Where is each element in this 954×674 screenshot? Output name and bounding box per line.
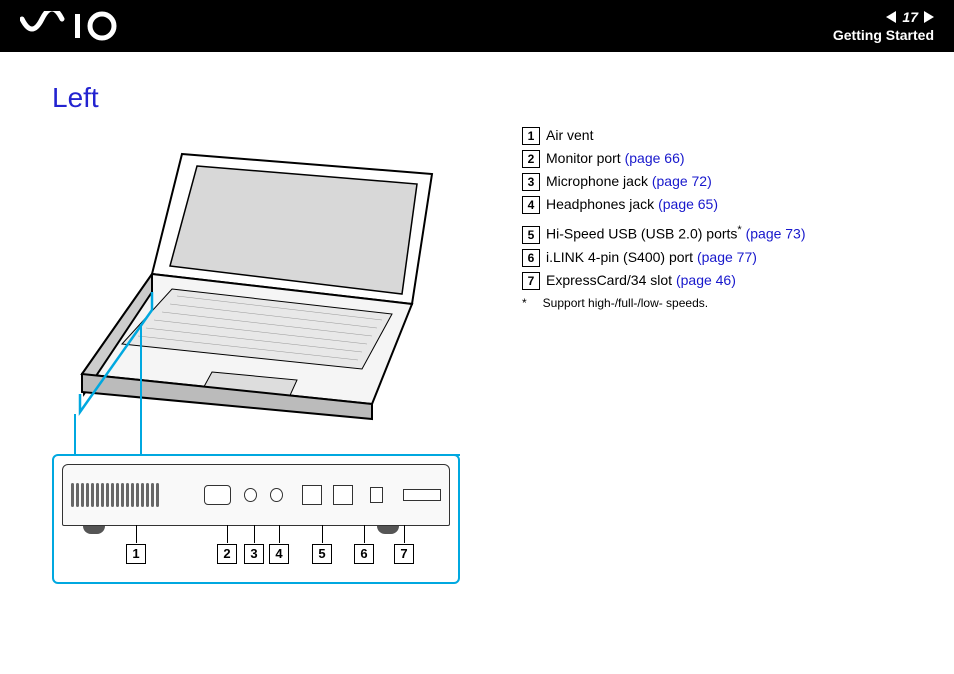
header-right: 17 Getting Started (833, 9, 934, 43)
vaio-logo-svg (20, 11, 130, 41)
list-item: 7 ExpressCard/34 slot (page 46) (522, 272, 806, 290)
monitor-port-icon (204, 485, 231, 505)
item-num: 6 (522, 249, 540, 267)
page-link[interactable]: (page 65) (658, 196, 718, 212)
diagram-num-3: 3 (244, 544, 264, 564)
list-item: 4 Headphones jack (page 65) (522, 196, 806, 214)
laptop-foot (83, 526, 105, 534)
laptop-foot (377, 526, 399, 534)
item-label: i.LINK 4-pin (S400) port (546, 249, 693, 265)
page-link[interactable]: (page 46) (676, 272, 736, 288)
diagram-num-1: 1 (126, 544, 146, 564)
vaio-logo (20, 11, 130, 41)
laptop-illustration (62, 144, 442, 424)
diagram-num-6: 6 (354, 544, 374, 564)
right-column: 1 Air vent 2 Monitor port (page 66) 3 Mi… (522, 82, 806, 614)
list-item: 6 i.LINK 4-pin (S400) port (page 77) (522, 249, 806, 267)
usb-port-icon (333, 485, 353, 505)
item-label: Hi-Speed USB (USB 2.0) ports (546, 226, 737, 242)
page-link[interactable]: (page 66) (625, 150, 685, 166)
side-profile-box: 1 2 3 4 5 6 7 (52, 454, 460, 584)
mic-jack-icon (244, 488, 257, 502)
expresscard-slot-icon (403, 489, 441, 501)
callout-line (74, 414, 76, 454)
air-vent-icon (71, 481, 178, 509)
item-num: 1 (522, 127, 540, 145)
item-label: Microphone jack (546, 173, 648, 189)
asterisk: * (737, 224, 741, 236)
callout-line (140, 324, 142, 454)
headphone-jack-icon (270, 488, 283, 502)
diagram-num-5: 5 (312, 544, 332, 564)
item-num: 5 (522, 226, 540, 244)
item-num: 7 (522, 272, 540, 290)
page-link[interactable]: (page 77) (697, 249, 757, 265)
header-bar: 17 Getting Started (0, 0, 954, 52)
footnote: * Support high-/full-/low- speeds. (522, 296, 806, 310)
page-nav: 17 (833, 9, 934, 25)
page-title: Left (52, 82, 492, 114)
page-link[interactable]: (page 73) (746, 226, 806, 242)
list-item: 1 Air vent (522, 127, 806, 145)
left-column: Left (52, 82, 492, 614)
diagram-num-4: 4 (269, 544, 289, 564)
usb-port-icon (302, 485, 322, 505)
item-num: 4 (522, 196, 540, 214)
content: Left (0, 52, 954, 614)
diagram-num-2: 2 (217, 544, 237, 564)
page-number: 17 (902, 9, 918, 25)
item-label: ExpressCard/34 slot (546, 272, 672, 288)
list-item: 5 Hi-Speed USB (USB 2.0) ports* (page 73… (522, 224, 806, 244)
section-label: Getting Started (833, 27, 934, 43)
page-link[interactable]: (page 72) (652, 173, 712, 189)
laptop-side-profile (62, 464, 450, 526)
prev-page-arrow-icon[interactable] (886, 11, 896, 23)
diagram-number-labels: 1 2 3 4 5 6 7 (54, 544, 458, 574)
next-page-arrow-icon[interactable] (924, 11, 934, 23)
item-num: 3 (522, 173, 540, 191)
list-item: 3 Microphone jack (page 72) (522, 173, 806, 191)
item-num: 2 (522, 150, 540, 168)
item-label: Air vent (546, 127, 593, 143)
item-label: Headphones jack (546, 196, 654, 212)
footnote-mark: * (522, 296, 527, 310)
item-label: Monitor port (546, 150, 621, 166)
list-item: 2 Monitor port (page 66) (522, 150, 806, 168)
diagram-area: 1 2 3 4 5 6 7 (52, 134, 482, 614)
ilink-port-icon (370, 487, 383, 503)
diagram-num-7: 7 (394, 544, 414, 564)
footnote-text: Support high-/full-/low- speeds. (543, 296, 708, 310)
